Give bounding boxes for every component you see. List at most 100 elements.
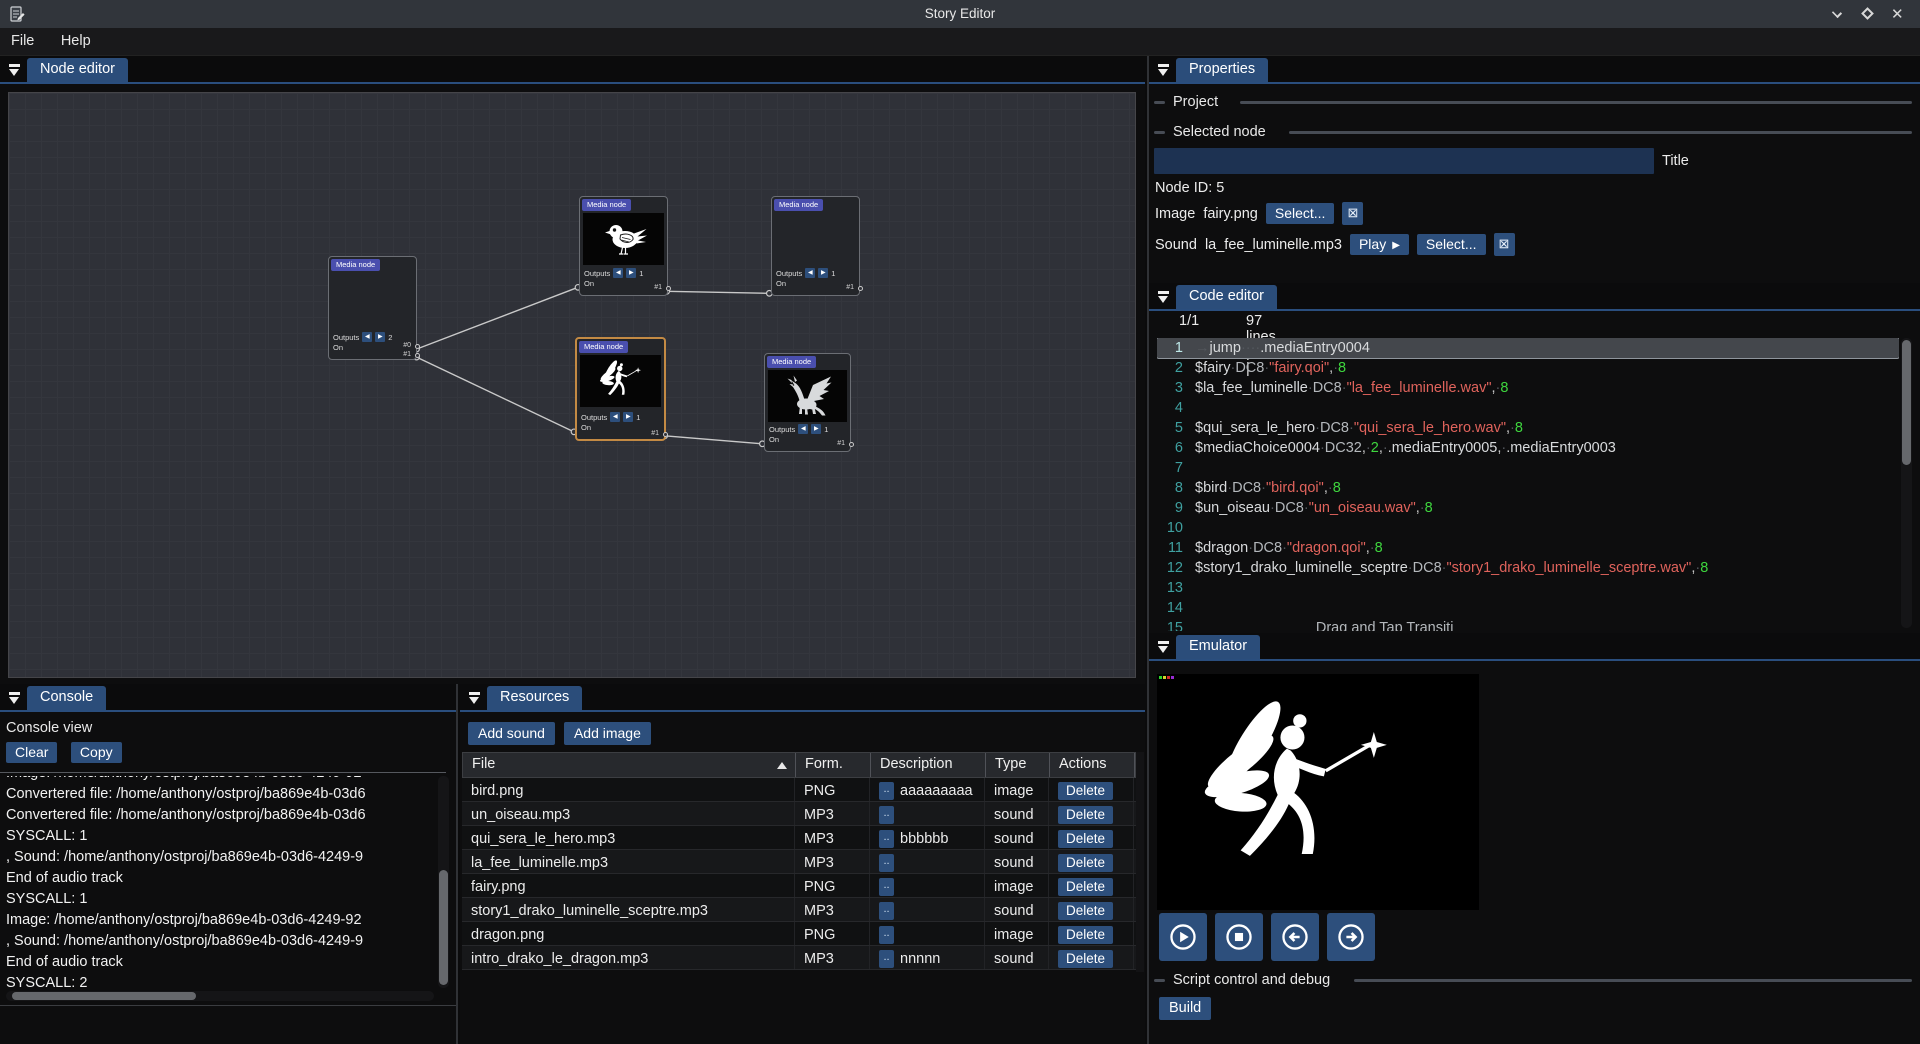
collapse-icon[interactable] xyxy=(1156,640,1170,654)
tab-properties[interactable]: Properties xyxy=(1176,58,1268,82)
column-header-description[interactable]: Description xyxy=(871,753,986,777)
close-button[interactable]: ✕ xyxy=(1890,7,1906,21)
menu-help[interactable]: Help xyxy=(50,28,102,49)
output-pin[interactable] xyxy=(666,286,671,291)
table-row[interactable]: la_fee_luminelle.mp3MP3..soundDelete xyxy=(462,850,1136,874)
outputs-increase-button[interactable]: ▶ xyxy=(818,268,828,278)
code-line[interactable]: 12$story1_drako_luminelle_sceptre·DC8·"s… xyxy=(1157,558,1899,578)
collapse-icon[interactable] xyxy=(1156,290,1170,304)
graph-node-media-2[interactable]: Media nodeOutputs◀▶1On#1 xyxy=(771,196,860,296)
console-log[interactable]: Image: /home/anthony/ostproj/ba869e4b-03… xyxy=(6,776,434,988)
column-header-actions[interactable]: Actions xyxy=(1050,753,1135,777)
output-pin[interactable] xyxy=(415,353,420,358)
code-line[interactable]: 4 xyxy=(1157,398,1899,418)
graph-node-media-0[interactable]: Media nodeOutputs◀▶2On#0#1 xyxy=(328,256,417,360)
edit-description-button[interactable]: .. xyxy=(879,902,894,920)
maximize-button[interactable] xyxy=(1860,7,1876,21)
code-line[interactable]: 3$la_fee_luminelle·DC8·"la_fee_luminelle… xyxy=(1157,378,1899,398)
output-pin[interactable] xyxy=(849,442,854,447)
code-text-area[interactable]: 1→jump····.mediaEntry00042$fairy·DC8·"fa… xyxy=(1157,338,1899,631)
edit-description-button[interactable]: .. xyxy=(879,806,894,824)
code-line[interactable]: 15 Drag and Tap Transiti xyxy=(1157,618,1899,631)
output-pin[interactable] xyxy=(663,432,668,437)
table-row[interactable]: bird.pngPNG..aaaaaaaaaimageDelete xyxy=(462,778,1136,802)
resources-vscrollbar[interactable] xyxy=(1136,752,1144,972)
delete-button[interactable]: Delete xyxy=(1058,950,1113,968)
copy-button[interactable]: Copy xyxy=(71,742,122,763)
output-pin[interactable] xyxy=(415,344,420,349)
code-line[interactable]: 7 xyxy=(1157,458,1899,478)
outputs-increase-button[interactable]: ▶ xyxy=(375,332,385,342)
table-row[interactable]: dragon.pngPNG..imageDelete xyxy=(462,922,1136,946)
image-clear-button[interactable]: ⊠ xyxy=(1342,202,1363,225)
code-line[interactable]: 10 xyxy=(1157,518,1899,538)
delete-button[interactable]: Delete xyxy=(1058,902,1113,920)
edit-description-button[interactable]: .. xyxy=(879,950,894,968)
outputs-decrease-button[interactable]: ◀ xyxy=(798,424,808,434)
code-line[interactable]: 14 xyxy=(1157,598,1899,618)
image-select-button[interactable]: Select... xyxy=(1266,203,1335,224)
delete-button[interactable]: Delete xyxy=(1058,926,1113,944)
column-header-form[interactable]: Form. xyxy=(796,753,871,777)
table-row[interactable]: story1_drako_luminelle_sceptre.mp3MP3..s… xyxy=(462,898,1136,922)
tab-resources[interactable]: Resources xyxy=(487,686,582,710)
code-line[interactable]: 5$qui_sera_le_hero·DC8·"qui_sera_le_hero… xyxy=(1157,418,1899,438)
graph-node-fairy[interactable]: Media nodeOutputs◀▶1On#1 xyxy=(575,337,666,441)
build-button[interactable]: Build xyxy=(1159,997,1211,1020)
edit-description-button[interactable]: .. xyxy=(879,830,894,848)
sound-play-button[interactable]: Play▶ xyxy=(1350,234,1409,255)
outputs-decrease-button[interactable]: ◀ xyxy=(610,412,620,422)
tab-node-editor[interactable]: Node editor xyxy=(27,58,128,82)
node-on-row[interactable]: On xyxy=(581,423,591,432)
delete-button[interactable]: Delete xyxy=(1058,854,1113,872)
minimize-button[interactable] xyxy=(1830,7,1846,21)
code-vscrollbar[interactable] xyxy=(1901,338,1912,628)
table-row[interactable]: un_oiseau.mp3MP3..soundDelete xyxy=(462,802,1136,826)
graph-node-dragon[interactable]: Media nodeOutputs◀▶1On#1 xyxy=(764,353,851,452)
clear-button[interactable]: Clear xyxy=(6,742,57,763)
edit-description-button[interactable]: .. xyxy=(879,878,894,896)
title-input[interactable] xyxy=(1154,148,1654,174)
column-header-type[interactable]: Type xyxy=(986,753,1050,777)
menu-file[interactable]: File xyxy=(0,28,45,49)
sound-select-button[interactable]: Select... xyxy=(1417,234,1486,255)
graph-node-bird[interactable]: Media nodeOutputs◀▶1On#1 xyxy=(579,196,668,296)
edit-description-button[interactable]: .. xyxy=(879,782,894,800)
collapse-icon[interactable] xyxy=(1156,63,1170,77)
node-on-row[interactable]: On xyxy=(584,279,594,288)
edit-description-button[interactable]: .. xyxy=(879,854,894,872)
console-hscrollbar[interactable] xyxy=(6,991,434,1001)
delete-button[interactable]: Delete xyxy=(1058,806,1113,824)
code-line[interactable]: 6$mediaChoice0004·DC32,·2,·.mediaEntry00… xyxy=(1157,438,1899,458)
sound-clear-button[interactable]: ⊠ xyxy=(1494,233,1515,256)
console-vscrollbar[interactable] xyxy=(438,776,449,988)
add-image-button[interactable]: Add image xyxy=(564,722,651,745)
node-on-row[interactable]: On xyxy=(333,343,343,352)
emulator-step-forward-button[interactable] xyxy=(1327,913,1375,961)
add-sound-button[interactable]: Add sound xyxy=(468,722,555,745)
emulator-step-back-button[interactable] xyxy=(1271,913,1319,961)
tab-console[interactable]: Console xyxy=(27,686,106,710)
code-line[interactable]: 13 xyxy=(1157,578,1899,598)
node-on-row[interactable]: On xyxy=(776,279,786,288)
code-line[interactable]: 9$un_oiseau·DC8·"un_oiseau.wav",·8 xyxy=(1157,498,1899,518)
table-row[interactable]: qui_sera_le_hero.mp3MP3..bbbbbbsoundDele… xyxy=(462,826,1136,850)
node-canvas[interactable]: Media nodeOutputs◀▶2On#0#1 Media nodeOutp… xyxy=(8,92,1136,678)
code-line[interactable]: 8$bird·DC8·"bird.qoi",·8 xyxy=(1157,478,1899,498)
outputs-increase-button[interactable]: ▶ xyxy=(811,424,821,434)
collapse-icon[interactable] xyxy=(467,691,481,705)
outputs-decrease-button[interactable]: ◀ xyxy=(613,268,623,278)
delete-button[interactable]: Delete xyxy=(1058,782,1113,800)
tab-emulator[interactable]: Emulator xyxy=(1176,635,1260,659)
code-line[interactable]: 11$dragon·DC8·"dragon.qoi",·8 xyxy=(1157,538,1899,558)
column-header-file[interactable]: File xyxy=(463,753,796,777)
outputs-increase-button[interactable]: ▶ xyxy=(626,268,636,278)
outputs-increase-button[interactable]: ▶ xyxy=(623,412,633,422)
node-on-row[interactable]: On xyxy=(769,435,779,444)
outputs-decrease-button[interactable]: ◀ xyxy=(362,332,372,342)
delete-button[interactable]: Delete xyxy=(1058,830,1113,848)
output-pin[interactable] xyxy=(858,286,863,291)
emulator-stop-button[interactable] xyxy=(1215,913,1263,961)
table-row[interactable]: fairy.pngPNG..imageDelete xyxy=(462,874,1136,898)
tab-code-editor[interactable]: Code editor xyxy=(1176,285,1277,309)
